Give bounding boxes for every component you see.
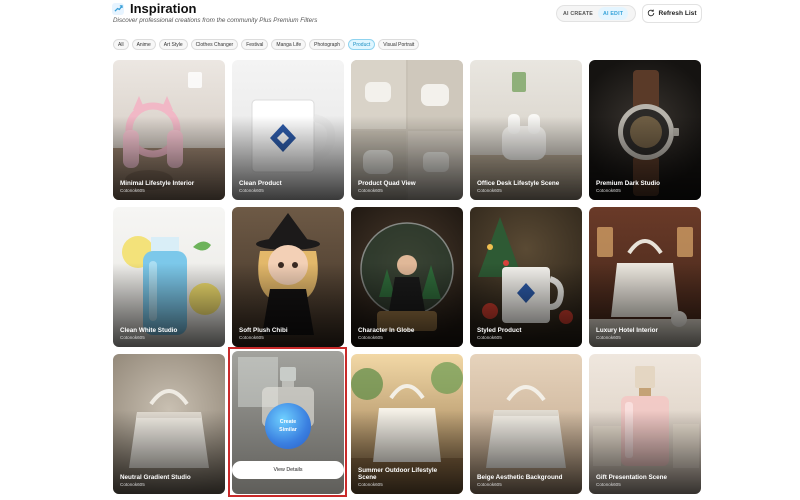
card-info: Minimal Lifestyle Interior Cotonok605: [120, 180, 219, 193]
filter-chip-anime[interactable]: Anime: [131, 39, 156, 50]
card-info: Product Quad View Cotonok605: [358, 180, 457, 193]
card-info: Premium Dark Studio Cotonok605: [596, 180, 695, 193]
card-author: Cotonok605: [358, 482, 383, 487]
filter-chip-all[interactable]: All: [113, 39, 129, 50]
card-gift-presentation-scene[interactable]: Gift Presentation Scene Cotonok605: [589, 354, 701, 494]
card-author: Cotonok605: [120, 188, 145, 193]
card-title: Neutral Gradient Studio: [120, 473, 191, 481]
card-author: Cotonok605: [596, 482, 621, 487]
card-info: Clean Product Cotonok605: [239, 180, 338, 193]
header: Inspiration Discover professional creati…: [112, 0, 702, 34]
card-author: Cotonok605: [477, 335, 502, 340]
trend-icon: [112, 2, 124, 15]
card-author: Cotonok605: [239, 335, 264, 340]
card-info: Soft Plush Chibi Cotonok605: [239, 327, 338, 340]
card-title: Soft Plush Chibi: [239, 326, 288, 334]
filter-bar: All Anime Art Style Clothes Changer Fest…: [113, 39, 420, 50]
mode-ai-edit-button[interactable]: AI EDIT: [597, 7, 629, 20]
card-info: Neutral Gradient Studio Cotonok605: [120, 474, 219, 487]
card-clean-product[interactable]: Clean Product Cotonok605: [232, 60, 344, 200]
filter-chip-visual-portrait[interactable]: Visual Portrait: [378, 39, 420, 50]
card-title: Summer Outdoor Lifestyle Scene: [358, 466, 438, 481]
filter-chip-art-style[interactable]: Art Style: [158, 39, 188, 50]
card-title: Clean White Studio: [120, 326, 178, 334]
card-title: Minimal Lifestyle Interior: [120, 179, 195, 187]
card-title: Clean Product: [239, 179, 282, 187]
card-office-desk-lifestyle[interactable]: Office Desk Lifestyle Scene Cotonok605: [470, 60, 582, 200]
card-title: Luxury Hotel Interior: [596, 326, 658, 334]
card-author: Cotonok605: [596, 188, 621, 193]
card-info: Luxury Hotel Interior Cotonok605: [596, 327, 695, 340]
filter-chip-festival[interactable]: Festival: [241, 39, 269, 50]
card-author: Cotonok605: [477, 188, 502, 193]
card-minimal-lifestyle-interior[interactable]: Minimal Lifestyle Interior Cotonok605: [113, 60, 225, 200]
mode-switch: AI CREATE AI EDIT: [556, 5, 636, 22]
card-info: Office Desk Lifestyle Scene Cotonok605: [477, 180, 576, 193]
filter-chip-manga-life[interactable]: Manga Life: [271, 39, 307, 50]
card-styled-product[interactable]: Styled Product Cotonok605: [470, 207, 582, 347]
card-author: Cotonok605: [239, 188, 264, 193]
card-info: Summer Outdoor Lifestyle Scene Cotonok60…: [358, 467, 457, 487]
card-premium-dark-studio[interactable]: Premium Dark Studio Cotonok605: [589, 60, 701, 200]
title-row: Inspiration: [112, 1, 196, 16]
refresh-list-button[interactable]: Refresh List: [642, 4, 702, 23]
page-subtitle: Discover professional creations from the…: [113, 17, 318, 24]
card-info: Character In Globe Cotonok605: [358, 327, 457, 340]
card-info: Gift Presentation Scene Cotonok605: [596, 474, 695, 487]
card-title: Office Desk Lifestyle Scene: [477, 179, 560, 187]
refresh-icon: [647, 9, 655, 19]
selection-highlight: [228, 347, 347, 497]
card-luxury-hotel-interior[interactable]: Luxury Hotel Interior Cotonok605: [589, 207, 701, 347]
card-title: Styled Product: [477, 326, 522, 334]
card-title: Premium Dark Studio: [596, 179, 661, 187]
card-author: Cotonok605: [596, 335, 621, 340]
card-title: Beige Aesthetic Background: [477, 473, 563, 481]
card-info: Styled Product Cotonok605: [477, 327, 576, 340]
card-soft-plush-chibi[interactable]: Soft Plush Chibi Cotonok605: [232, 207, 344, 347]
card-author: Cotonok605: [120, 335, 145, 340]
filter-chip-product[interactable]: Product: [348, 39, 376, 50]
card-author: Cotonok605: [120, 482, 145, 487]
filter-chip-clothes-changer[interactable]: Clothes Changer: [190, 39, 239, 50]
card-info: Clean White Studio Cotonok605: [120, 327, 219, 340]
refresh-list-label: Refresh List: [658, 10, 697, 17]
page-title: Inspiration: [130, 1, 197, 16]
card-title: Character In Globe: [358, 326, 415, 334]
filter-chip-photograph[interactable]: Photograph: [309, 39, 346, 50]
card-author: Cotonok605: [477, 482, 502, 487]
card-product-quad-view[interactable]: Product Quad View Cotonok605: [351, 60, 463, 200]
card-summer-outdoor-lifestyle[interactable]: Summer Outdoor Lifestyle Scene Cotonok60…: [351, 354, 463, 494]
card-title: Product Quad View: [358, 179, 416, 187]
card-title: Gift Presentation Scene: [596, 473, 668, 481]
card-beige-aesthetic-background[interactable]: Beige Aesthetic Background Cotonok605: [470, 354, 582, 494]
card-clean-white-studio[interactable]: Clean White Studio Cotonok605: [113, 207, 225, 347]
card-author: Cotonok605: [358, 188, 383, 193]
mode-ai-create-button[interactable]: AI CREATE: [558, 7, 598, 20]
card-author: Cotonok605: [358, 335, 383, 340]
card-info: Beige Aesthetic Background Cotonok605: [477, 474, 576, 487]
card-character-in-globe[interactable]: Character In Globe Cotonok605: [351, 207, 463, 347]
card-neutral-gradient-studio[interactable]: Neutral Gradient Studio Cotonok605: [113, 354, 225, 494]
inspiration-page: Inspiration Discover professional creati…: [0, 0, 800, 500]
